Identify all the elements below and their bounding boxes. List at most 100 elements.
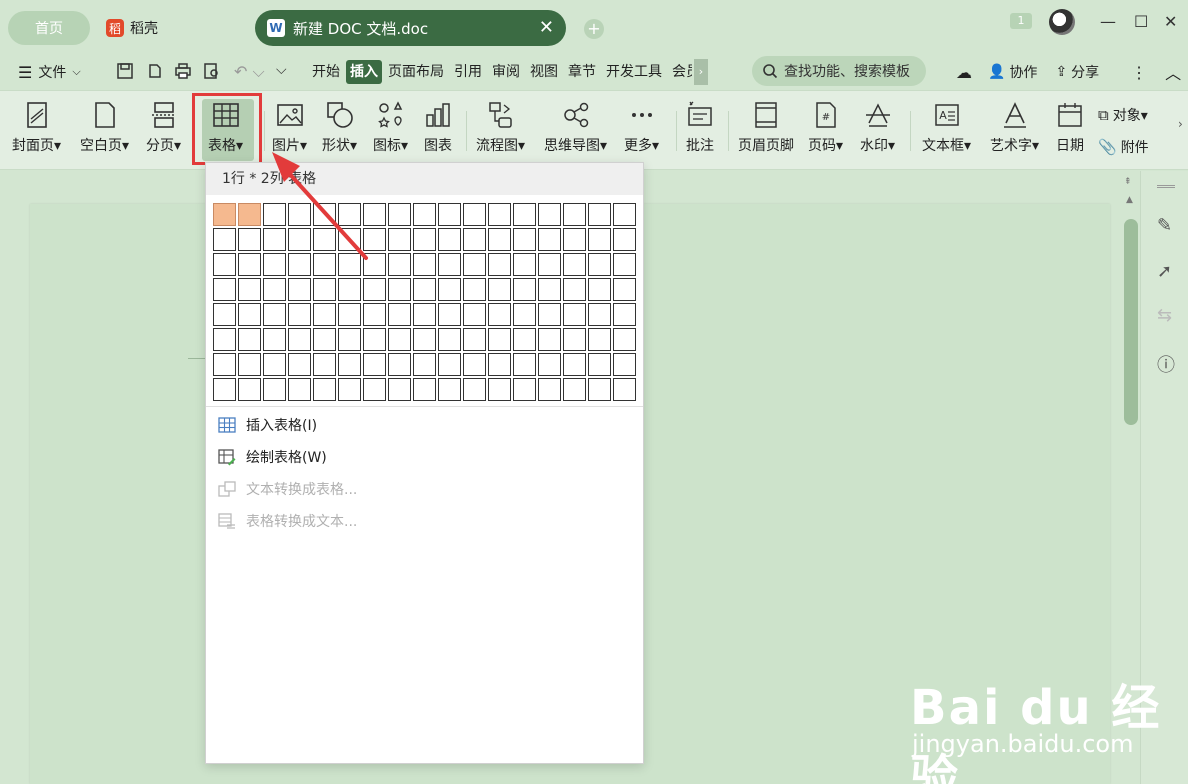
table-grid-cell[interactable] [538,228,561,251]
table-grid-cell[interactable] [363,278,386,301]
table-grid-cell[interactable] [263,253,286,276]
table-grid-cell[interactable] [338,303,361,326]
collapse-ribbon-icon[interactable]: ︿ [1165,60,1181,84]
table-grid-cell[interactable] [613,253,636,276]
table-grid-cell[interactable] [588,303,611,326]
undo-icon[interactable]: ↶ ⌵ [234,62,265,82]
table-grid-cell[interactable] [363,253,386,276]
picture-button[interactable]: 图片▾ [272,101,307,155]
table-grid-cell[interactable] [338,353,361,376]
window-count-badge[interactable]: 1 [1010,13,1032,29]
table-grid-cell[interactable] [363,303,386,326]
quick-access-more-icon[interactable]: ⌵ [276,62,287,78]
table-grid-cell[interactable] [538,378,561,401]
table-grid-cell[interactable] [213,378,236,401]
share-button[interactable]: ⇪ 分享 [1055,62,1099,82]
text-to-table-item[interactable]: 文本转换成表格... [218,477,357,501]
table-grid-cell[interactable] [338,378,361,401]
table-grid-cell[interactable] [313,353,336,376]
table-grid-cell[interactable] [263,228,286,251]
table-grid-cell[interactable] [263,378,286,401]
table-grid-cell[interactable] [538,328,561,351]
table-grid-cell[interactable] [438,203,461,226]
table-grid-cell[interactable] [213,203,236,226]
table-grid-cell[interactable] [513,253,536,276]
table-grid-cell[interactable] [613,328,636,351]
table-grid-cell[interactable] [413,378,436,401]
table-grid-cell[interactable] [513,278,536,301]
table-grid-cell[interactable] [388,228,411,251]
maximize-icon[interactable]: ☐ [1134,12,1148,31]
table-grid-cell[interactable] [463,253,486,276]
cursor-icon[interactable]: ➚ [1157,261,1172,282]
tab-review[interactable]: 审阅 [488,60,524,84]
table-grid-cell[interactable] [588,253,611,276]
more-button[interactable]: 更多▾ [624,101,659,155]
table-grid-cell[interactable] [488,353,511,376]
table-grid-cell[interactable] [613,303,636,326]
table-grid-cell[interactable] [438,378,461,401]
table-grid-cell[interactable] [413,303,436,326]
table-grid-cell[interactable] [588,378,611,401]
cloud-sync-icon[interactable]: ☁ [956,63,972,82]
connector-icon[interactable]: ⇆ [1157,305,1172,326]
wordart-button[interactable]: 艺术字▾ [990,101,1039,155]
table-grid-cell[interactable] [288,353,311,376]
tab-references[interactable]: 引用 [450,60,486,84]
table-grid-cell[interactable] [463,353,486,376]
icon-button[interactable]: 图标▾ [373,101,408,155]
table-grid-cell[interactable] [238,303,261,326]
blank-page-button[interactable]: 空白页▾ [80,101,129,155]
table-grid-cell[interactable] [388,203,411,226]
table-grid-cell[interactable] [288,378,311,401]
table-grid-cell[interactable] [488,228,511,251]
table-grid-cell[interactable] [313,203,336,226]
table-grid-cell[interactable] [413,203,436,226]
table-grid-cell[interactable] [463,203,486,226]
file-menu[interactable]: ☰ 文件 ⌵ [18,54,81,90]
tabs-scroll-right-icon[interactable]: › [694,59,708,85]
insert-table-item[interactable]: 插入表格(I) [218,413,317,437]
tab-daoke[interactable]: 稻 稻壳 [106,11,158,45]
table-grid-cell[interactable] [313,278,336,301]
table-grid-cell[interactable] [363,378,386,401]
table-grid-cell[interactable] [538,253,561,276]
table-grid-cell[interactable] [563,328,586,351]
cover-page-button[interactable]: 封面页▾ [12,101,61,155]
table-grid-cell[interactable] [438,253,461,276]
table-grid-cell[interactable] [213,278,236,301]
table-grid-cell[interactable] [288,328,311,351]
table-grid-cell[interactable] [263,278,286,301]
tab-section[interactable]: 章节 [564,60,600,84]
table-grid-cell[interactable] [438,328,461,351]
chart-button[interactable]: 图表 [424,101,452,155]
table-grid-cell[interactable] [363,353,386,376]
table-grid-cell[interactable] [488,278,511,301]
table-grid-cell[interactable] [388,353,411,376]
table-grid-cell[interactable] [238,253,261,276]
table-grid-cell[interactable] [288,253,311,276]
table-grid-cell[interactable] [538,353,561,376]
table-grid-cell[interactable] [213,328,236,351]
watermark-button[interactable]: 水印▾ [860,101,895,155]
tab-view[interactable]: 视图 [526,60,562,84]
table-grid-cell[interactable] [588,228,611,251]
comment-button[interactable]: 批注 [686,101,714,155]
table-to-text-item[interactable]: 表格转换成文本... [218,509,357,533]
table-grid-cell[interactable] [563,303,586,326]
tab-document[interactable]: W 新建 DOC 文档.doc ✕ [255,10,566,46]
table-grid-cell[interactable] [238,378,261,401]
table-grid-cell[interactable] [588,278,611,301]
close-window-icon[interactable]: ✕ [1164,12,1177,31]
export-icon[interactable] [146,62,164,84]
table-grid-cell[interactable] [513,203,536,226]
ribbon-scroll-right-icon[interactable]: › [1178,117,1188,143]
page-number-button[interactable]: # 页码▾ [808,101,843,155]
mindmap-button[interactable]: 思维导图▾ [544,101,607,155]
table-grid-cell[interactable] [363,228,386,251]
table-grid-cell[interactable] [588,353,611,376]
tab-developer[interactable]: 开发工具 [602,60,666,84]
help-icon[interactable]: ⓘ [1157,351,1175,377]
table-grid-cell[interactable] [413,253,436,276]
page-break-button[interactable]: 分页▾ [146,101,181,155]
